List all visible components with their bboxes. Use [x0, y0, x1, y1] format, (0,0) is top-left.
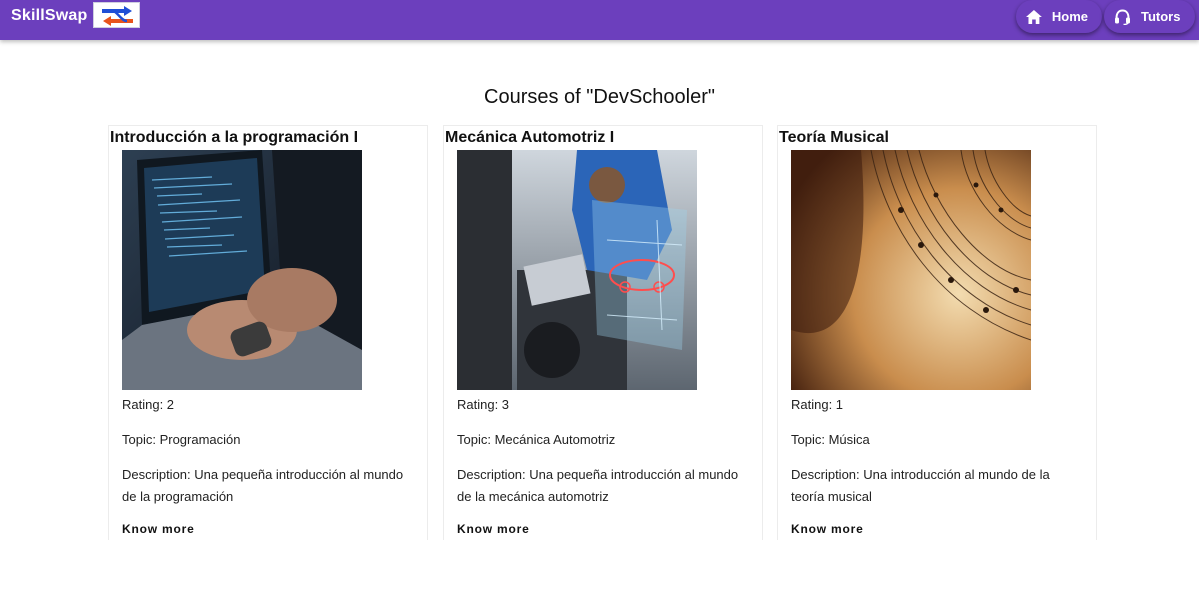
car-mechanic-photo	[457, 150, 697, 390]
know-more-button[interactable]: Know more	[122, 522, 195, 536]
course-rating: Rating: 2	[122, 397, 175, 412]
brand-name[interactable]: SkillSwap	[11, 7, 88, 25]
headset-icon	[1115, 8, 1130, 25]
course-rating: Rating: 3	[457, 397, 510, 412]
home-icon	[1026, 9, 1042, 24]
top-app-bar: SkillSwap Home Tutors	[0, 0, 1199, 40]
sheet-music-photo	[791, 150, 1031, 390]
course-card: Introducción a la programación I Rating:…	[108, 125, 428, 540]
course-topic: Topic: Programación	[122, 432, 241, 447]
course-card: Mecánica Automotriz I Rating: 3 Topic: M…	[443, 125, 763, 540]
course-title: Introducción a la programación I	[110, 129, 359, 146]
laptop-code-photo	[122, 150, 362, 390]
course-title: Mecánica Automotriz I	[445, 129, 615, 146]
course-description: Description: Una pequeña introducción al…	[457, 467, 739, 504]
nav-home-label: Home	[1051, 9, 1088, 24]
course-description: Description: Una pequeña introducción al…	[122, 467, 404, 504]
skillswap-logo-icon[interactable]	[93, 2, 140, 28]
know-more-button[interactable]: Know more	[457, 522, 530, 536]
course-title: Teoría Musical	[779, 129, 889, 146]
course-topic: Topic: Mecánica Automotriz	[457, 432, 616, 447]
know-more-button[interactable]: Know more	[791, 522, 864, 536]
nav-home-button[interactable]: Home	[1016, 0, 1102, 33]
nav-tutors-button[interactable]: Tutors	[1104, 0, 1195, 33]
course-card: Teoría Musical Rating: 1 Topic: Música D…	[777, 125, 1097, 540]
course-rating: Rating: 1	[791, 397, 844, 412]
course-topic: Topic: Música	[791, 432, 870, 447]
nav-tutors-label: Tutors	[1141, 9, 1181, 24]
course-description: Description: Una introducción al mundo d…	[791, 467, 1050, 504]
page-title: Courses of "DevSchooler"	[484, 86, 715, 108]
